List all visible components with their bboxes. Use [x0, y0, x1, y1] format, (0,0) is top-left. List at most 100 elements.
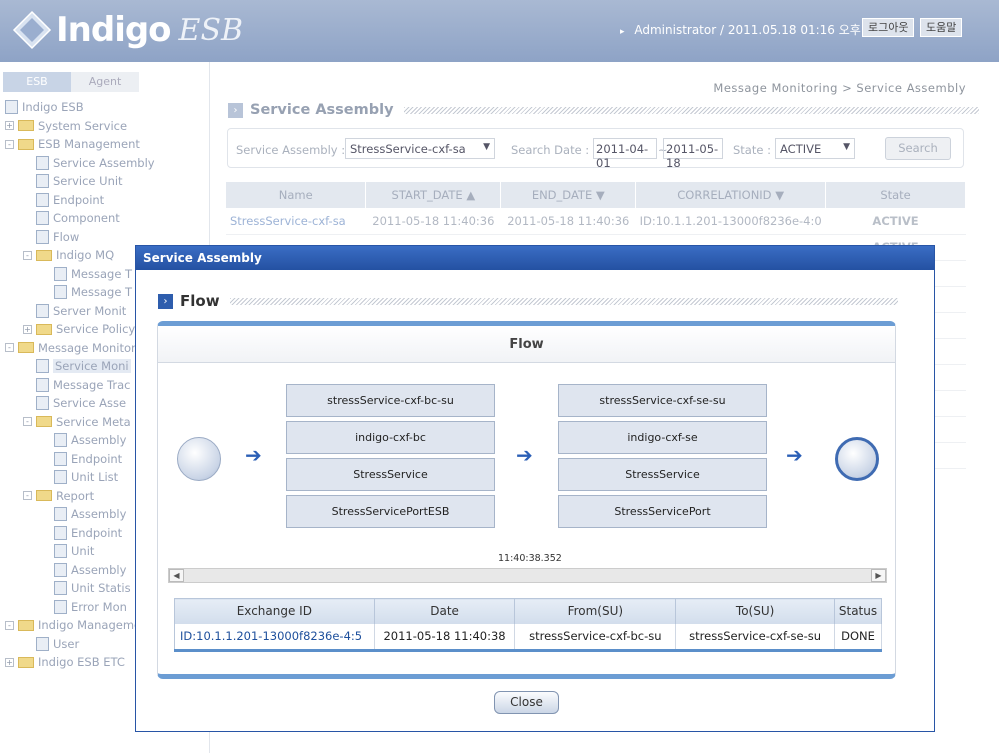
folder-icon: [18, 138, 34, 150]
table-cell: stressService-cxf-se-su: [675, 623, 835, 649]
tree-item[interactable]: Unit: [41, 542, 94, 560]
tree-item[interactable]: Flow: [23, 228, 79, 246]
tree-item[interactable]: Assembly: [41, 431, 126, 449]
title-stripe: [403, 106, 979, 114]
flow-node-box[interactable]: stressService-cxf-bc-su: [286, 384, 495, 417]
tree-item[interactable]: Indigo ESB: [5, 98, 84, 116]
flow-node-box[interactable]: indigo-cxf-bc: [286, 421, 495, 454]
table-row[interactable]: StressService-cxf-sa 2011-05-18 11:40:36 2…: [226, 208, 966, 235]
column-header[interactable]: Name: [226, 182, 367, 208]
logo-subtitle: ESB: [178, 12, 244, 48]
tree-item[interactable]: + Indigo ESB ETC: [5, 653, 125, 671]
document-icon: [36, 211, 49, 225]
column-header[interactable]: Status: [834, 598, 882, 624]
tab-agent[interactable]: Agent: [71, 72, 139, 92]
tree-item[interactable]: Service Unit: [23, 172, 123, 190]
tree-item-label: Service Unit: [53, 174, 123, 188]
tree-item[interactable]: Unit List: [41, 468, 118, 486]
column-header[interactable]: Exchange ID: [174, 598, 375, 624]
column-header[interactable]: CORRELATIONID ▼: [635, 182, 827, 208]
service-assembly-select[interactable]: StressService-cxf-sa ▼: [345, 138, 495, 159]
tree-item[interactable]: - Indigo Manageme: [5, 616, 141, 634]
column-header[interactable]: END_DATE ▼: [500, 182, 637, 208]
tree-item[interactable]: Message T: [41, 283, 132, 301]
tree-item[interactable]: - Report: [23, 487, 94, 505]
column-header[interactable]: From(SU): [514, 598, 677, 624]
section-arrow-icon: ›: [228, 102, 243, 118]
folder-icon: [36, 323, 52, 335]
collapse-icon[interactable]: -: [23, 491, 32, 500]
breadcrumb: Message Monitoring > Service Assembly: [713, 81, 966, 95]
tree-item[interactable]: + Service Policy: [23, 320, 135, 338]
logout-button[interactable]: 로그아웃: [862, 18, 915, 37]
tree-item[interactable]: Unit Statis: [41, 579, 131, 597]
tree-item[interactable]: User: [23, 635, 79, 653]
folder-icon: [18, 120, 34, 131]
tree-item[interactable]: Service Asse: [23, 394, 126, 412]
column-header[interactable]: To(SU): [675, 598, 835, 624]
collapse-icon[interactable]: -: [5, 343, 14, 352]
document-icon: [36, 359, 49, 373]
flow-node-box[interactable]: StressService: [286, 458, 495, 491]
flow-node-box[interactable]: indigo-cxf-se: [558, 421, 767, 454]
tree-item-label: User: [53, 636, 80, 651]
tree-item[interactable]: Endpoint: [41, 524, 122, 542]
close-button[interactable]: Close: [494, 691, 559, 714]
tree-item[interactable]: Endpoint: [41, 450, 122, 468]
scroll-left-icon[interactable]: ◀: [169, 569, 184, 582]
document-icon: [36, 174, 49, 188]
flow-node-box[interactable]: stressService-cxf-se-su: [558, 384, 767, 417]
date-from-input[interactable]: 2011-04-01: [593, 138, 657, 170]
table-row[interactable]: ID:10.1.1.201-13000f8236e-4:5 2011-05-18 …: [174, 623, 882, 649]
tree-item[interactable]: Service Assembly: [23, 154, 155, 172]
sa-label: Service Assembly :: [236, 143, 346, 157]
horizontal-scrollbar[interactable]: ◀ ▶: [168, 568, 887, 583]
state-select[interactable]: ACTIVE ▼: [775, 138, 855, 159]
document-icon: [36, 396, 49, 410]
tree-item[interactable]: - ESB Management: [5, 135, 140, 153]
flow-node-box[interactable]: StressServicePort: [558, 495, 767, 528]
help-button[interactable]: 도움말: [920, 18, 963, 37]
collapse-icon[interactable]: -: [23, 417, 32, 426]
tree-item[interactable]: Message Trac: [23, 376, 131, 394]
expand-icon[interactable]: +: [5, 657, 14, 667]
tree-item[interactable]: + System Service: [5, 117, 127, 135]
tree-item[interactable]: Error Mon: [41, 598, 127, 616]
flow-section-title: Flow: [180, 292, 220, 310]
expand-icon[interactable]: +: [5, 121, 14, 130]
tree-item-label: Endpoint: [71, 525, 123, 540]
collapse-icon[interactable]: -: [23, 250, 32, 260]
tree-item-label: Server Monit: [53, 303, 127, 318]
tree-item[interactable]: Assembly: [41, 561, 126, 579]
tree-item[interactable]: - Service Meta: [23, 413, 131, 431]
tree-item[interactable]: Assembly: [41, 505, 126, 523]
tree-item[interactable]: Endpoint: [23, 191, 104, 209]
tree-item[interactable]: Component: [23, 209, 120, 227]
tree-item-label: Error Mon: [71, 599, 127, 614]
tree-item-label: Service Asse: [53, 396, 127, 410]
tree-item[interactable]: Server Monit: [23, 302, 126, 320]
collapse-icon[interactable]: -: [5, 139, 14, 149]
flow-node-box[interactable]: StressService: [558, 458, 767, 491]
tab-esb[interactable]: ESB: [3, 72, 71, 92]
expand-icon[interactable]: +: [23, 324, 32, 334]
search-button[interactable]: Search: [885, 137, 951, 160]
tree-item[interactable]: Message T: [41, 265, 132, 283]
column-header[interactable]: Date: [374, 598, 516, 624]
bullet-icon: ▸: [620, 27, 625, 37]
collapse-icon[interactable]: -: [5, 620, 14, 630]
column-header[interactable]: START_DATE ▲: [365, 182, 502, 208]
tree-item-label: Unit List: [71, 470, 119, 484]
exchange-id-link[interactable]: ID:10.1.1.201-13000f8236e-4:5: [174, 623, 375, 649]
scroll-right-icon[interactable]: ▶: [871, 569, 886, 582]
flow-node-box[interactable]: StressServicePortESB: [286, 495, 495, 528]
end-node-icon: [835, 437, 879, 481]
column-header[interactable]: State: [825, 182, 966, 208]
document-icon: [54, 451, 67, 466]
tree-item-label: Service Assembly: [53, 155, 155, 170]
date-to-input[interactable]: 2011-05-18: [663, 138, 723, 170]
tree-item[interactable]: - Message Monitor: [5, 339, 136, 357]
tree-item[interactable]: - Indigo MQ: [23, 246, 114, 264]
tree-item[interactable]: Service Moni: [23, 357, 131, 375]
tree-item-label: Endpoint: [71, 451, 123, 466]
